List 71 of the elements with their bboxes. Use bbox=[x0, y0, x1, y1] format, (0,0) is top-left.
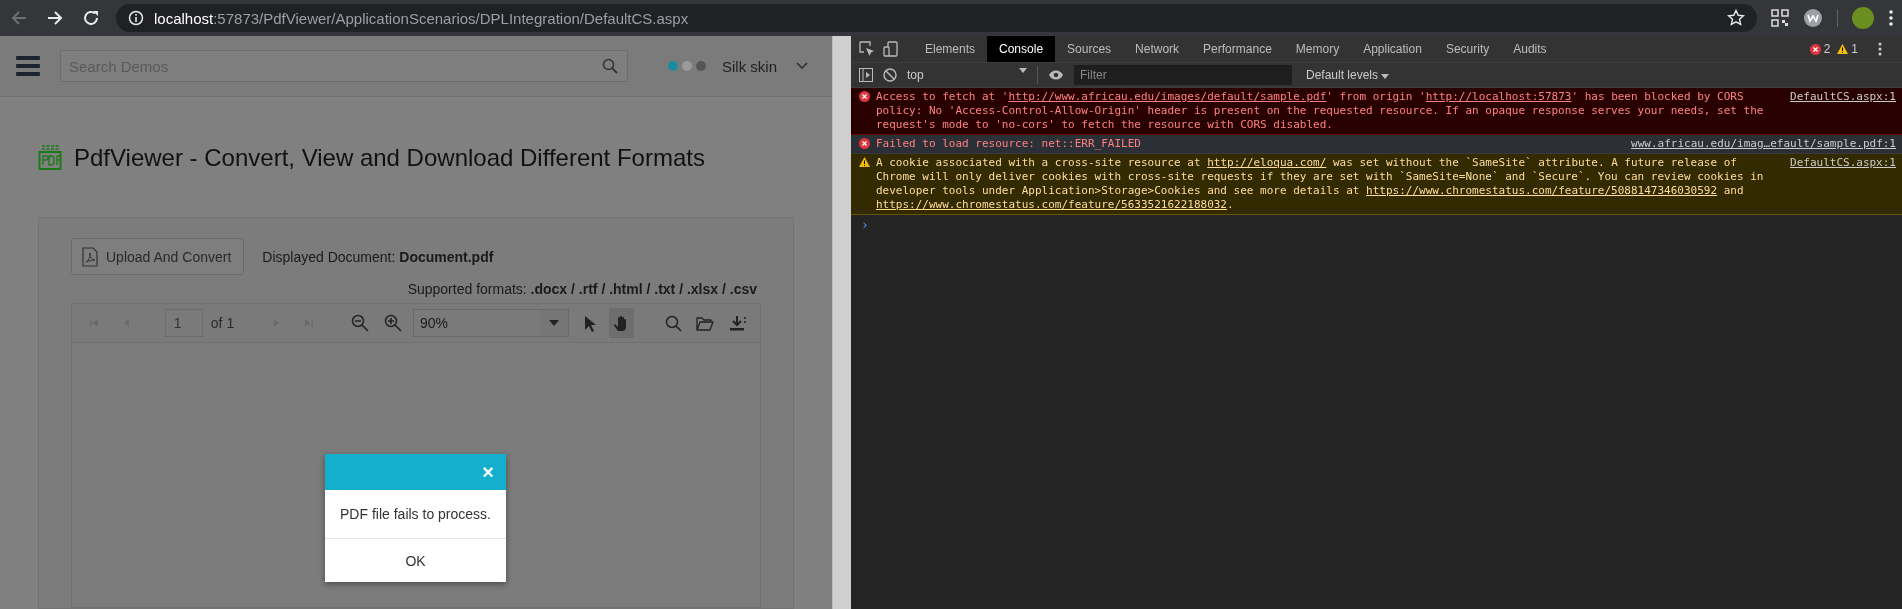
link[interactable]: https://www.chromestatus.com/feature/5633521622188032 bbox=[876, 198, 1227, 211]
info-icon[interactable] bbox=[128, 10, 144, 26]
source-link[interactable]: DefaultCS.aspx:1 bbox=[1790, 90, 1896, 104]
zoom-in-icon[interactable] bbox=[383, 314, 402, 332]
pdf-document-icon bbox=[82, 246, 98, 267]
devtools-tab[interactable]: Elements bbox=[913, 36, 988, 62]
console-message: Failed to load resource: net::ERR_FAILED bbox=[876, 137, 1142, 151]
devtools-tab[interactable]: Application bbox=[1351, 36, 1434, 62]
devtools-tab[interactable]: Network bbox=[1123, 36, 1192, 62]
caret-icon bbox=[548, 320, 559, 326]
supported-formats: Supported formats: .docx / .rtf / .html / .txt / .xlsx / .csv bbox=[407, 281, 757, 297]
devtools-tab[interactable]: Sources bbox=[1055, 36, 1124, 62]
skin-label[interactable]: Silk skin bbox=[722, 57, 777, 75]
displayed-document: Displayed Document: Document.pdf bbox=[262, 248, 494, 265]
page-title: PdfViewer - Convert, View and Download Different Formats bbox=[74, 144, 705, 172]
reload-icon[interactable] bbox=[82, 9, 100, 27]
page-count: of 1 bbox=[210, 315, 235, 331]
error-count: 2 bbox=[1823, 42, 1831, 56]
console-message: Access to fetch at 'http://www.africau.edu/images/default/sample.pdf' from origin 'http://localhost:57873' has been blocked by CORS policy: No 'Access-Control-Allow-Origin' header is present on the requested resource. If an opaque response serves your needs, set the request's mode to 'no-cors' to fetch the resource with CORS disabled. bbox=[876, 90, 1765, 132]
device-toolbar-icon[interactable] bbox=[883, 41, 899, 57]
extension-icon[interactable] bbox=[1803, 8, 1823, 28]
warning-icon bbox=[859, 157, 870, 168]
inspect-icon[interactable] bbox=[859, 41, 875, 57]
devtools-tab[interactable]: Console bbox=[987, 36, 1056, 62]
pan-tool-button[interactable] bbox=[609, 308, 634, 338]
eye-icon[interactable] bbox=[1048, 69, 1064, 81]
caret-icon bbox=[1381, 74, 1390, 79]
source-link[interactable]: www.africau.edu/imag…efault/sample.pdf:1 bbox=[1631, 137, 1896, 151]
sidebar-toggle-icon[interactable] bbox=[859, 68, 873, 82]
console-message: A cookie associated with a cross-site resource at http://eloqua.com/ was set without the `SameSite` attribute. A future release of Chrome will only deliver cookies with cross-site requests if they are set with `SameSite=None` and `Secure`. You can review cookies in developer tools under Application>Storage>Cookies and see more details at https://www.chromestatus.com/feature/5088147346030592 and https://www.chromestatus.com/feature/5633521622188032. bbox=[876, 156, 1765, 212]
devtools-tab[interactable]: Performance bbox=[1191, 36, 1284, 62]
avatar[interactable] bbox=[1852, 7, 1874, 29]
more-options-icon[interactable] bbox=[1878, 42, 1882, 56]
ok-button[interactable]: OK bbox=[325, 539, 506, 582]
devtools-tab[interactable]: Security bbox=[1433, 36, 1502, 62]
log-levels-dropdown[interactable]: Default levels bbox=[1306, 68, 1390, 82]
star-icon[interactable] bbox=[1727, 9, 1745, 27]
url-text: localhost:57873/PdfViewer/ApplicationScenarios/DPLIntegration/DefaultCS.aspx bbox=[154, 9, 689, 27]
menu-icon[interactable] bbox=[1888, 9, 1894, 27]
clear-console-icon[interactable] bbox=[883, 68, 897, 82]
devtools-tab[interactable]: Audits bbox=[1501, 36, 1559, 62]
download-icon[interactable] bbox=[728, 314, 747, 332]
pdf-file-icon bbox=[38, 145, 62, 171]
theme-dot[interactable] bbox=[668, 61, 678, 71]
error-icon bbox=[859, 138, 870, 149]
forward-icon[interactable] bbox=[46, 9, 64, 27]
error-icon bbox=[1809, 43, 1821, 55]
search-icon[interactable] bbox=[602, 58, 618, 74]
theme-dot[interactable] bbox=[682, 61, 692, 71]
zoom-dropdown[interactable]: 90% bbox=[412, 309, 569, 337]
warning-icon bbox=[1837, 43, 1849, 55]
context-selector[interactable]: top bbox=[907, 68, 1027, 82]
theme-dot[interactable] bbox=[696, 61, 706, 71]
address-bar[interactable]: localhost:57873/PdfViewer/ApplicationScenarios/DPLIntegration/DefaultCS.aspx bbox=[116, 4, 1757, 32]
qr-code-icon[interactable] bbox=[1771, 9, 1789, 27]
zoom-out-icon[interactable] bbox=[351, 314, 370, 332]
link[interactable]: https://www.chromestatus.com/feature/5088147346030592 bbox=[1366, 184, 1718, 197]
search-icon[interactable] bbox=[664, 314, 682, 332]
devtools-tab[interactable]: Memory bbox=[1283, 36, 1352, 62]
link[interactable]: http://eloqua.com/ bbox=[1207, 156, 1327, 169]
link[interactable]: http://localhost:57873 bbox=[1425, 90, 1572, 103]
caret-icon bbox=[1019, 68, 1027, 73]
source-link[interactable]: DefaultCS.aspx:1 bbox=[1790, 156, 1896, 170]
folder-icon[interactable] bbox=[696, 315, 715, 331]
filter-field[interactable]: Filter bbox=[1074, 65, 1292, 85]
upload-button[interactable]: Upload And Convert bbox=[71, 238, 245, 275]
error-icon bbox=[859, 91, 870, 102]
link[interactable]: http://www.africau.edu/images/default/sample.pdf bbox=[1008, 90, 1327, 103]
warning-count: 1 bbox=[1851, 42, 1858, 56]
console-prompt[interactable]: › bbox=[851, 215, 1902, 234]
chevron-down-icon[interactable] bbox=[795, 61, 809, 71]
